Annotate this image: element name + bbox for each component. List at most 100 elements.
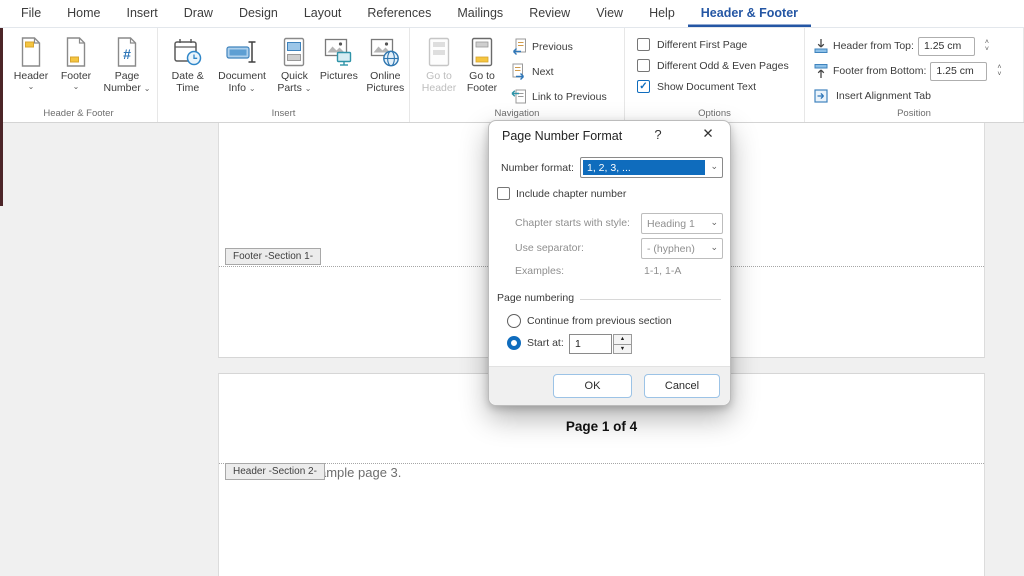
chevron-down-icon: ⌄	[248, 84, 256, 93]
tab-mailings[interactable]: Mailings	[444, 0, 516, 27]
dialog-footer: OK Cancel	[489, 366, 730, 405]
page-number-format-dialog: Page Number Format ? ✕ Number format: 1,…	[488, 120, 731, 406]
pictures-icon	[324, 34, 354, 70]
header-button-label: Header	[13, 70, 49, 82]
ribbon-group-insert: Date & Time Document Info ⌄ Quick Parts …	[158, 28, 410, 122]
chapter-style-label: Chapter starts with style:	[515, 217, 630, 229]
tab-draw[interactable]: Draw	[171, 0, 226, 27]
caret-up-icon: ˄	[997, 64, 1002, 71]
use-separator-dropdown: - (hyphen) ⌄	[641, 238, 723, 259]
header-icon	[18, 34, 44, 70]
ok-button[interactable]: OK	[553, 374, 632, 398]
show-document-text-label: Show Document Text	[657, 80, 757, 93]
footer-from-bottom-input[interactable]: 1.25 cm	[930, 61, 988, 81]
date-time-button[interactable]: Date & Time	[164, 31, 211, 107]
tab-review[interactable]: Review	[516, 0, 583, 27]
use-separator-label: Use separator:	[515, 242, 584, 254]
tab-help[interactable]: Help	[636, 0, 688, 27]
include-chapter-number-label: Include chapter number	[516, 188, 627, 200]
quick-parts-icon	[282, 34, 306, 70]
close-icon[interactable]: ✕	[698, 126, 718, 142]
tab-header-and-footer[interactable]: Header & Footer	[688, 0, 811, 27]
cancel-button[interactable]: Cancel	[644, 374, 720, 398]
pictures-button[interactable]: Pictures	[316, 31, 361, 107]
different-odd-even-pages-checkbox[interactable]: Different Odd & Even Pages	[637, 59, 798, 72]
word-window: File Home Insert Draw Design Layout Refe…	[0, 0, 1024, 576]
pictures-button-label: Pictures	[319, 70, 358, 82]
tab-home[interactable]: Home	[54, 0, 113, 27]
different-first-page-checkbox[interactable]: Different First Page	[637, 38, 798, 51]
header-from-top-stepper[interactable]: ˄ ˅	[981, 39, 993, 53]
include-chapter-number-checkbox[interactable]	[497, 187, 510, 200]
tab-file[interactable]: File	[8, 0, 54, 27]
number-format-dropdown[interactable]: 1, 2, 3, ... ⌄	[580, 157, 723, 178]
header-button[interactable]: Header ⌄	[8, 31, 54, 107]
footer-from-bottom-label: Footer from Bottom:	[833, 65, 927, 77]
ribbon: Header ⌄ Footer ⌄ # Page Number ⌄ Header &…	[0, 28, 1024, 123]
footer-section-tag: Footer -Section 1-	[225, 248, 322, 265]
chevron-down-icon: ⌄	[710, 161, 718, 171]
show-document-text-checkbox[interactable]: ✓ Show Document Text	[637, 80, 798, 93]
quick-parts-button[interactable]: Quick Parts ⌄	[273, 31, 316, 107]
ribbon-group-options: Different First Page Different Odd & Eve…	[625, 28, 805, 122]
chevron-down-icon: ⌄	[27, 82, 35, 91]
page-number-field[interactable]: Page 1 of 4	[219, 419, 984, 434]
chapter-style-dropdown: Heading 1 ⌄	[641, 213, 723, 234]
footer-button-label: Footer	[60, 70, 92, 82]
ribbon-group-position: Header from Top: 1.25 cm ˄ ˅ Footer from …	[805, 28, 1024, 122]
tab-insert[interactable]: Insert	[114, 0, 171, 27]
group-divider	[580, 298, 721, 300]
link-to-previous-button[interactable]: Link to Previous	[510, 88, 607, 105]
insert-alignment-tab-button[interactable]: Insert Alignment Tab	[813, 86, 1019, 106]
caret-down-icon: ˅	[997, 71, 1002, 78]
tab-layout[interactable]: Layout	[291, 0, 355, 27]
date-time-icon	[173, 34, 203, 70]
header-from-top-input[interactable]: 1.25 cm	[917, 36, 975, 56]
start-at-input[interactable]: 1	[569, 334, 612, 354]
document-info-button[interactable]: Document Info ⌄	[211, 31, 272, 107]
insert-alignment-tab-icon	[813, 88, 829, 104]
document-body-text: ample page 3.	[319, 465, 402, 480]
start-at-radio[interactable]	[507, 336, 521, 350]
chevron-down-icon: ⌄	[72, 82, 80, 91]
header-section-tag: Header -Section 2-	[225, 463, 325, 480]
group-label-options: Options	[698, 108, 731, 119]
tab-design[interactable]: Design	[226, 0, 291, 27]
header-from-top-label: Header from Top:	[833, 40, 914, 52]
previous-button[interactable]: Previous	[510, 38, 607, 55]
different-first-page-label: Different First Page	[657, 38, 748, 51]
group-label-header-footer: Header & Footer	[43, 108, 114, 119]
help-icon[interactable]: ?	[649, 127, 667, 142]
online-pictures-button[interactable]: Online Pictures	[362, 31, 409, 107]
tab-references[interactable]: References	[354, 0, 444, 27]
start-at-stepper[interactable]: ▲ ▼	[613, 334, 632, 354]
go-to-footer-button[interactable]: Go to Footer	[460, 31, 504, 107]
tab-view[interactable]: View	[583, 0, 636, 27]
date-time-button-label: Date & Time	[171, 70, 204, 94]
footer-button[interactable]: Footer ⌄	[54, 31, 98, 107]
checkbox-unchecked-icon	[637, 59, 650, 72]
continue-from-previous-radio[interactable]	[507, 314, 521, 328]
next-button[interactable]: Next	[510, 63, 607, 80]
different-odd-even-pages-label: Different Odd & Even Pages	[657, 59, 789, 72]
group-label-navigation: Navigation	[494, 108, 540, 119]
footer-from-bottom-icon	[813, 63, 829, 79]
menu-bar: File Home Insert Draw Design Layout Refe…	[0, 0, 1024, 28]
page-numbering-section-label: Page numbering	[497, 292, 575, 304]
go-to-footer-button-label: Go to Footer	[466, 70, 498, 94]
page-number-button[interactable]: # Page Number ⌄	[98, 31, 156, 107]
chevron-down-icon: ⌄	[710, 242, 718, 252]
number-format-selected-value: 1, 2, 3, ...	[583, 160, 705, 175]
link-to-previous-icon	[510, 88, 527, 105]
go-to-header-button: Go to Header	[418, 31, 460, 107]
document-info-button-label: Document Info	[218, 70, 266, 94]
checkbox-unchecked-icon	[637, 38, 650, 51]
group-label-position: Position	[897, 108, 931, 119]
insert-alignment-tab-label: Insert Alignment Tab	[836, 90, 931, 102]
online-pictures-button-label: Online Pictures	[366, 70, 405, 94]
ribbon-group-header-footer: Header ⌄ Footer ⌄ # Page Number ⌄ Header &…	[0, 28, 158, 122]
next-icon	[510, 63, 527, 80]
go-to-header-icon	[427, 34, 451, 70]
footer-from-bottom-stepper[interactable]: ˄ ˅	[993, 64, 1005, 78]
use-separator-value: - (hyphen)	[647, 243, 695, 255]
